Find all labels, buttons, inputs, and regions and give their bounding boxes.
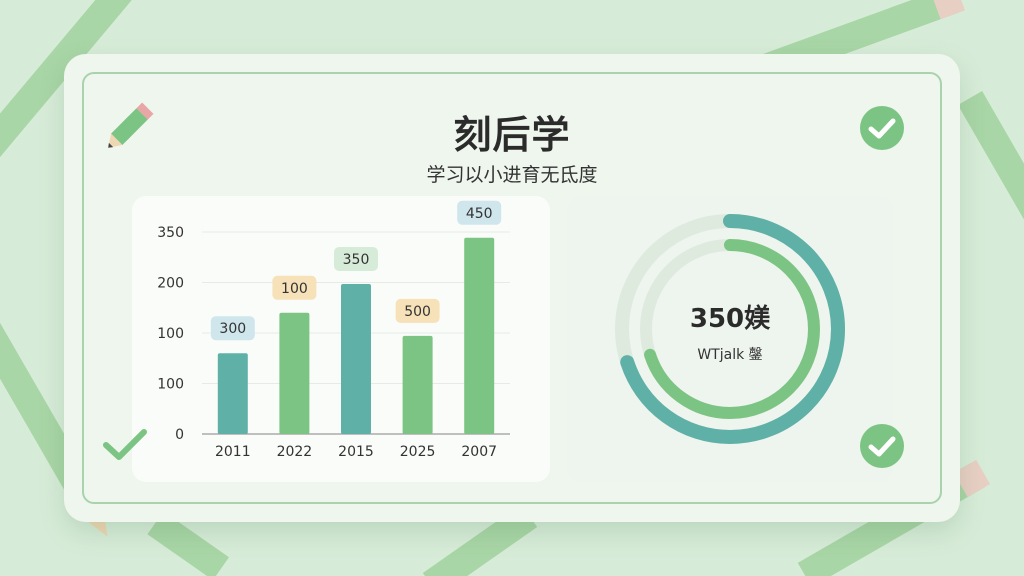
bar bbox=[402, 335, 433, 434]
x-tick-label: 2011 bbox=[215, 444, 251, 460]
data-label: 500 bbox=[404, 304, 431, 320]
donut-center-value: 350媄 bbox=[690, 304, 771, 334]
bar bbox=[464, 237, 495, 434]
page-subtitle: 学习以小进育无氐度 bbox=[426, 164, 598, 186]
donut-chart: 350媄 WTjalk 鏧 bbox=[615, 214, 845, 444]
bar bbox=[279, 312, 310, 434]
y-tick-label: 200 bbox=[157, 276, 184, 292]
bar bbox=[217, 353, 248, 434]
bar-chart-panel: 0 100 100 200 350 300 2011 100 2022 350 2015 500 202… bbox=[132, 196, 550, 482]
bar bbox=[341, 283, 371, 434]
y-tick-label: 100 bbox=[157, 326, 184, 342]
donut-center-label: WTjalk 鏧 bbox=[697, 347, 762, 363]
x-tick-label: 2007 bbox=[461, 444, 497, 460]
data-label: 300 bbox=[219, 321, 246, 337]
check-circle-icon bbox=[860, 424, 904, 468]
bar-chart: 0 100 100 200 350 300 2011 100 2022 350 2015 500 202… bbox=[157, 200, 510, 460]
y-tick-label: 100 bbox=[157, 377, 184, 393]
x-tick-label: 2022 bbox=[277, 444, 313, 460]
x-tick-label: 2015 bbox=[338, 444, 374, 460]
y-tick-label: 350 bbox=[157, 225, 184, 241]
check-circle-icon bbox=[860, 106, 904, 150]
data-label: 450 bbox=[466, 206, 493, 222]
data-label: 100 bbox=[281, 281, 308, 297]
donut-chart-panel: 350媄 WTjalk 鏧 bbox=[567, 196, 893, 482]
checkmark-icon bbox=[103, 429, 147, 460]
x-tick-label: 2025 bbox=[400, 444, 436, 460]
y-tick-label: 0 bbox=[175, 427, 184, 443]
data-label: 350 bbox=[343, 252, 370, 268]
